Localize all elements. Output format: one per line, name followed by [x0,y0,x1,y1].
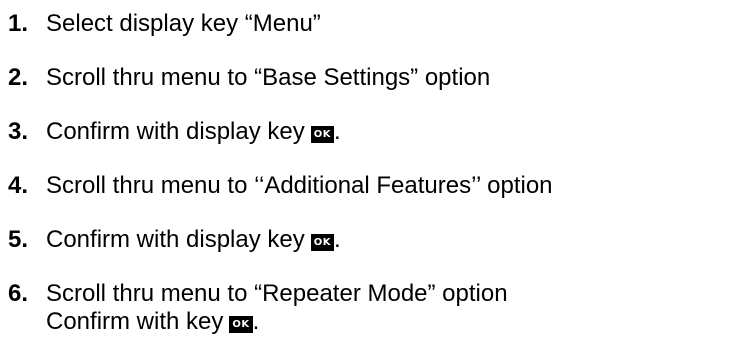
step-item: 6. Scroll thru menu to “Repeater Mode” o… [8,280,508,336]
step-number: 6. [8,280,29,307]
step-item: 4. Scroll thru menu to ‘‘Additional Feat… [8,172,553,200]
step-item: 2. Scroll thru menu to “Base Settings” o… [8,64,490,92]
ok-key-icon: OK [229,316,253,333]
step-text: Scroll thru menu to ‘‘Additional Feature… [46,172,553,199]
step-number: 4. [8,172,29,199]
step-text-wrap: Confirm with display key OK. [46,118,341,146]
step-item: 3. Confirm with display key OK. [8,118,341,146]
step-end-punct: . [252,308,260,335]
step-text: Scroll thru menu to “Repeater Mode” opti… [46,280,508,307]
instruction-steps: 1. Select display key “Menu” 2. Scroll t… [0,0,743,359]
step-text: Confirm with display key [46,118,305,145]
step-item: 5. Confirm with display key OK. [8,226,341,254]
step-text: Confirm with key [46,308,224,335]
step-text-line-2: Confirm with key OK. [46,308,508,336]
step-end-punct: . [334,226,341,253]
step-text: Scroll thru menu to “Base Settings” opti… [46,64,491,91]
step-number: 3. [8,118,29,145]
step-number: 1. [8,10,29,37]
step-end-punct: . [334,118,341,145]
step-text-wrap: Confirm with display key OK. [46,226,341,254]
step-text: Select display key “Menu” [46,10,321,37]
step-text: Confirm with display key [46,226,305,253]
step-number: 2. [8,64,29,91]
step-number: 5. [8,226,29,253]
ok-key-icon: OK [310,126,334,143]
ok-key-icon: OK [310,234,334,251]
step-text-wrap: Scroll thru menu to “Repeater Mode” opti… [46,280,508,336]
step-item: 1. Select display key “Menu” [8,10,321,38]
